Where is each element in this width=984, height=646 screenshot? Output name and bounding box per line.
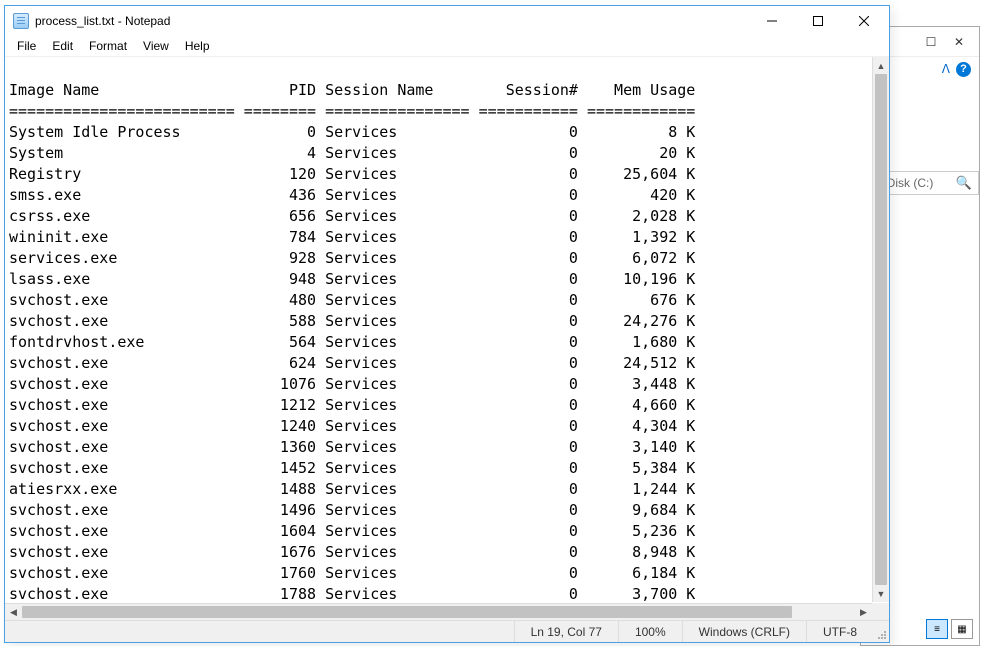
explorer-close-icon[interactable]: ✕ bbox=[953, 36, 965, 48]
menu-view[interactable]: View bbox=[137, 37, 175, 55]
vertical-scrollbar[interactable]: ▲ ▼ bbox=[872, 57, 889, 602]
status-zoom: 100% bbox=[618, 621, 682, 642]
scrollbar-corner bbox=[872, 603, 889, 620]
status-encoding: UTF-8 bbox=[806, 621, 873, 642]
menu-format[interactable]: Format bbox=[83, 37, 133, 55]
close-icon bbox=[859, 16, 869, 26]
status-cursor-pos: Ln 19, Col 77 bbox=[514, 621, 618, 642]
close-button[interactable] bbox=[841, 6, 887, 36]
scroll-left-icon[interactable]: ◀ bbox=[5, 604, 22, 620]
titlebar-left: process_list.txt - Notepad bbox=[13, 13, 170, 29]
ribbon-collapse-icon[interactable]: ᐱ bbox=[942, 62, 950, 76]
maximize-button[interactable] bbox=[795, 6, 841, 36]
text-content[interactable]: Image Name PID Session Name Session# Mem… bbox=[5, 57, 871, 602]
scroll-right-icon[interactable]: ▶ bbox=[855, 604, 872, 620]
status-line-ending: Windows (CRLF) bbox=[682, 621, 806, 642]
explorer-view-buttons: ≡ ▦ bbox=[926, 619, 973, 639]
view-large-icons-button[interactable]: ▦ bbox=[951, 619, 973, 639]
scroll-up-icon[interactable]: ▲ bbox=[873, 57, 889, 74]
minimize-button[interactable] bbox=[749, 6, 795, 36]
editor-area: Image Name PID Session Name Session# Mem… bbox=[5, 56, 889, 620]
menu-edit[interactable]: Edit bbox=[46, 37, 79, 55]
explorer-maximize-icon[interactable]: ☐ bbox=[925, 36, 937, 48]
search-icon[interactable]: 🔍 bbox=[956, 175, 972, 191]
minimize-icon bbox=[767, 16, 777, 26]
view-details-button[interactable]: ≡ bbox=[926, 619, 948, 639]
notepad-window: process_list.txt - Notepad File Edit For… bbox=[4, 5, 890, 643]
maximize-icon bbox=[813, 16, 823, 26]
notepad-icon bbox=[13, 13, 29, 29]
scroll-down-icon[interactable]: ▼ bbox=[873, 585, 889, 602]
notepad-titlebar[interactable]: process_list.txt - Notepad bbox=[5, 6, 889, 36]
menu-bar: File Edit Format View Help bbox=[5, 36, 889, 56]
vertical-scroll-thumb[interactable] bbox=[875, 74, 887, 585]
menu-help[interactable]: Help bbox=[179, 37, 216, 55]
horizontal-scroll-thumb[interactable] bbox=[22, 606, 792, 618]
window-title: process_list.txt - Notepad bbox=[35, 14, 170, 28]
horizontal-scrollbar[interactable]: ◀ ▶ bbox=[5, 603, 872, 620]
help-icon[interactable]: ? bbox=[956, 62, 971, 77]
resize-grip[interactable] bbox=[873, 621, 889, 642]
menu-file[interactable]: File bbox=[11, 37, 42, 55]
window-controls bbox=[749, 6, 887, 36]
status-bar: Ln 19, Col 77 100% Windows (CRLF) UTF-8 bbox=[5, 620, 889, 642]
grip-icon bbox=[877, 630, 887, 640]
